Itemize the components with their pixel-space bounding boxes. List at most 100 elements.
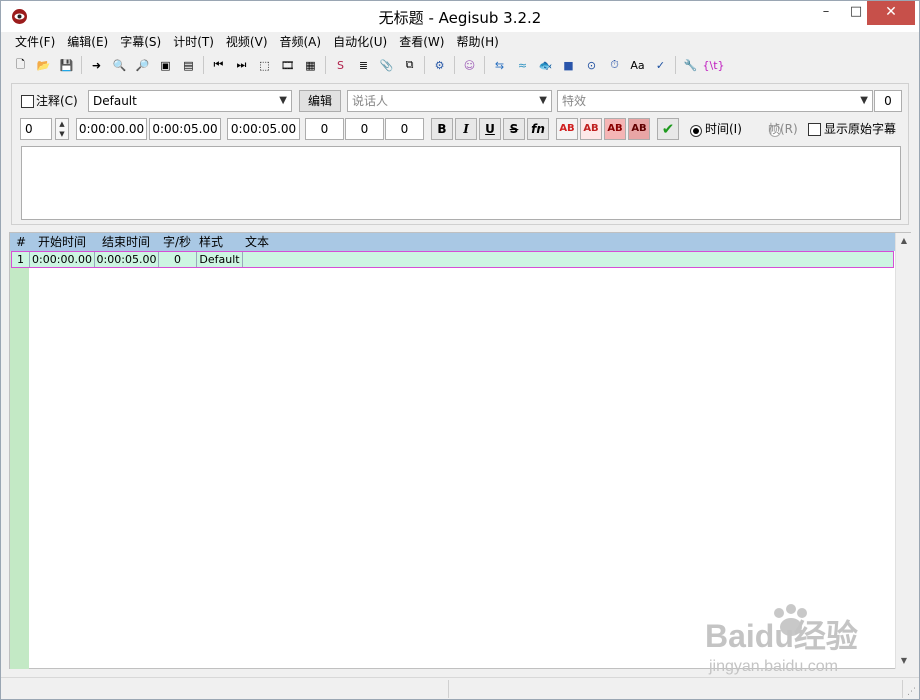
- menu-subtitle[interactable]: 字幕(S): [114, 32, 167, 52]
- automation-icon[interactable]: ⚙: [428, 54, 451, 76]
- save-icon[interactable]: 💾: [55, 54, 78, 76]
- stop-icon[interactable]: ⊙: [580, 54, 603, 76]
- comment-checkbox[interactable]: [21, 95, 34, 108]
- resize-grip-icon[interactable]: ⋰: [907, 688, 916, 697]
- window-title: 无标题 - Aegisub 3.2.2: [378, 9, 542, 27]
- minimize-button[interactable]: –: [811, 1, 841, 25]
- menu-timing[interactable]: 计时(T): [167, 32, 220, 52]
- row-text: [243, 252, 893, 267]
- chevron-down-icon: ▼: [860, 95, 868, 106]
- bold-button[interactable]: B: [431, 118, 453, 140]
- strikeout-button[interactable]: S: [503, 118, 525, 140]
- secondary-color-button[interactable]: AB: [580, 118, 602, 140]
- toolbar: 🗋 📂 💾 ➜ 🔍 🔎 ▣ ▤ ⏮ ⏭ ⬚ 🎞 ▦ S ≣ 📎 ⧉ ⚙ ☺ ⇆ ≈ 🐟 ■ ⊙ ⏱ Aa ✓ 🔧 {\t}: [1, 53, 919, 77]
- toolbar-separator: [675, 56, 676, 74]
- toolbar-separator: [325, 56, 326, 74]
- frame-radio-label: 帧(R): [768, 122, 798, 136]
- row-start-time: 0:00:00.00: [30, 252, 95, 267]
- column-header-text[interactable]: 文本: [245, 233, 269, 251]
- show-original-checkbox[interactable]: [808, 123, 821, 136]
- vertical-scrollbar[interactable]: ▲ ▼: [895, 233, 911, 669]
- scroll-up-icon[interactable]: ▲: [896, 233, 912, 249]
- time-radio[interactable]: [690, 124, 702, 137]
- video-jump-start-icon[interactable]: ⏮: [207, 54, 230, 76]
- edit-style-button[interactable]: 编辑: [299, 90, 341, 112]
- margin-right-field[interactable]: 0: [345, 118, 384, 140]
- menu-audio[interactable]: 音频(A): [274, 32, 328, 52]
- subtitle-edit-panel: 注释(C) Default ▼ 编辑 说话人 ▼ 特效 ▼ 0 0 ▲ ▼ 0:0…: [11, 83, 909, 225]
- style-select[interactable]: Default ▼: [88, 90, 292, 112]
- snapshot-icon[interactable]: ▣: [154, 54, 177, 76]
- commit-checkmark-icon[interactable]: ✔: [657, 118, 679, 140]
- zoom-in-icon[interactable]: 🔍: [108, 54, 131, 76]
- chevron-down-icon: ▼: [539, 95, 547, 106]
- resample-icon[interactable]: ≈: [511, 54, 534, 76]
- style-select-value: Default: [93, 94, 137, 108]
- show-original-label: 显示原始字幕: [824, 122, 897, 136]
- column-header-style[interactable]: 样式: [199, 233, 223, 251]
- snapshot-copy-icon[interactable]: ▤: [177, 54, 200, 76]
- start-time-field[interactable]: 0:00:00.00: [76, 118, 147, 140]
- scroll-down-icon[interactable]: ▼: [896, 653, 912, 669]
- menu-automation[interactable]: 自动化(U): [327, 32, 393, 52]
- row-style: Default: [197, 252, 243, 267]
- options-icon[interactable]: 🔧: [679, 54, 702, 76]
- subtitle-text-editor[interactable]: [21, 146, 901, 220]
- grid-header: # 开始时间 结束时间 字/秒 样式 文本: [10, 233, 895, 251]
- outline-color-button[interactable]: AB: [604, 118, 626, 140]
- open-folder-icon[interactable]: 📂: [32, 54, 55, 76]
- aspect-ratio-icon[interactable]: ⬚: [253, 54, 276, 76]
- status-bar: ⋰: [1, 677, 919, 699]
- menu-view[interactable]: 查看(W): [393, 32, 450, 52]
- menu-video[interactable]: 视频(V): [220, 32, 274, 52]
- toolbar-separator: [203, 56, 204, 74]
- translation-icon[interactable]: ⇆: [488, 54, 511, 76]
- column-header-cps[interactable]: 字/秒: [163, 233, 191, 251]
- menu-help[interactable]: 帮助(H): [450, 32, 504, 52]
- actor-input[interactable]: 说话人 ▼: [347, 90, 552, 112]
- italic-button[interactable]: I: [455, 118, 477, 140]
- duration-field[interactable]: 0:00:05.00: [227, 118, 300, 140]
- spell-check-icon[interactable]: ✓: [649, 54, 672, 76]
- shift-times-icon[interactable]: ⏱: [603, 54, 626, 76]
- fonts-collector-icon[interactable]: ⧉: [398, 54, 421, 76]
- font-button[interactable]: fn: [527, 118, 549, 140]
- underline-button[interactable]: U: [479, 118, 501, 140]
- new-file-icon[interactable]: 🗋: [9, 54, 32, 76]
- styles-manager-icon[interactable]: S: [329, 54, 352, 76]
- grid-row-gutter: [10, 251, 29, 669]
- video-details-icon[interactable]: 🎞: [276, 54, 299, 76]
- margin-vertical-field[interactable]: 0: [385, 118, 424, 140]
- column-header-number[interactable]: #: [16, 233, 26, 251]
- layer-spinner[interactable]: ▲ ▼: [55, 118, 69, 140]
- effect-input[interactable]: 特效 ▼: [557, 90, 873, 112]
- table-row[interactable]: 1 0:00:00.00 0:00:05.00 0 Default: [11, 251, 894, 268]
- margin-left-field[interactable]: 0: [305, 118, 344, 140]
- chevron-down-icon: ▼: [279, 95, 287, 106]
- layer-field[interactable]: 0: [20, 118, 52, 140]
- video-clip-icon[interactable]: ▦: [299, 54, 322, 76]
- row-end-time: 0:00:05.00: [95, 252, 159, 267]
- menu-edit[interactable]: 编辑(E): [61, 32, 114, 52]
- column-header-start[interactable]: 开始时间: [38, 233, 86, 251]
- primary-color-button[interactable]: AB: [556, 118, 578, 140]
- menu-file[interactable]: 文件(F): [9, 32, 61, 52]
- end-time-field[interactable]: 0:00:05.00: [149, 118, 221, 140]
- assistant-icon[interactable]: ☺: [458, 54, 481, 76]
- timing-post-processor-icon[interactable]: 🐟: [534, 54, 557, 76]
- toolbar-separator: [484, 56, 485, 74]
- jump-to-icon[interactable]: ➜: [85, 54, 108, 76]
- video-jump-end-icon[interactable]: ⏭: [230, 54, 253, 76]
- column-header-end[interactable]: 结束时间: [102, 233, 150, 251]
- tag-toggle-icon[interactable]: {\t}: [702, 54, 725, 76]
- shadow-color-button[interactable]: AB: [628, 118, 650, 140]
- zoom-out-icon[interactable]: 🔎: [131, 54, 154, 76]
- style-assistant-icon[interactable]: Aa: [626, 54, 649, 76]
- effect-placeholder: 特效: [562, 94, 587, 108]
- properties-icon[interactable]: ≣: [352, 54, 375, 76]
- row-number: 1: [12, 252, 30, 267]
- attachments-icon[interactable]: 📎: [375, 54, 398, 76]
- close-button[interactable]: ✕: [867, 1, 915, 25]
- toolbar-separator: [454, 56, 455, 74]
- kanji-timer-icon[interactable]: ■: [557, 54, 580, 76]
